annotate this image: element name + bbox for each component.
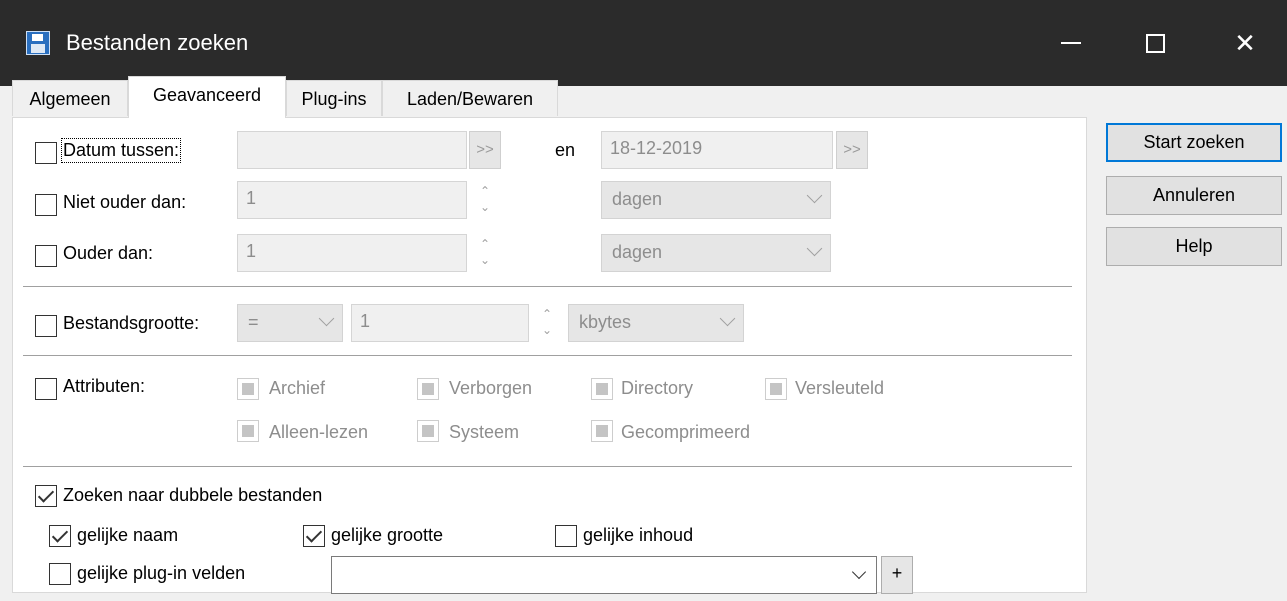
title-bar: Bestanden zoeken ✕ xyxy=(0,0,1287,86)
date-between-checkbox[interactable] xyxy=(35,142,57,164)
file-size-value[interactable]: 1 xyxy=(351,304,529,342)
window-title: Bestanden zoeken xyxy=(66,30,249,55)
encrypted-checkbox[interactable] xyxy=(765,378,787,400)
same-name-label: gelijke naam xyxy=(77,525,179,545)
close-icon: ✕ xyxy=(1234,27,1256,58)
chevron-down-icon xyxy=(719,310,736,327)
compressed-checkbox[interactable] xyxy=(591,420,613,442)
older-than-value[interactable]: 1 xyxy=(237,234,467,272)
advanced-panel: Datum tussen: >> en 18-12-2019 >> Niet o… xyxy=(12,117,1087,594)
minimize-icon xyxy=(1061,42,1081,44)
encrypted-label: Versleuteld xyxy=(795,378,885,398)
same-plugin-fields-checkbox[interactable] xyxy=(49,563,71,585)
not-older-than-unit-value: dagen xyxy=(612,189,663,209)
find-duplicates-checkbox[interactable] xyxy=(35,485,57,507)
older-than-unit-select[interactable]: dagen xyxy=(601,234,831,272)
date-to-field[interactable]: 18-12-2019 xyxy=(601,131,833,169)
close-button[interactable]: ✕ xyxy=(1203,0,1287,86)
not-older-than-label: Niet ouder dan: xyxy=(63,192,187,212)
same-plugin-fields-label: gelijke plug-in velden xyxy=(77,563,246,583)
same-content-checkbox[interactable] xyxy=(555,525,577,547)
not-older-than-value[interactable]: 1 xyxy=(237,181,467,219)
help-button[interactable]: Help xyxy=(1106,227,1282,266)
tab-algemeen[interactable]: Algemeen xyxy=(12,80,128,116)
archive-checkbox[interactable] xyxy=(237,378,259,400)
chevron-down-icon xyxy=(806,187,823,204)
file-size-label: Bestandsgrootte: xyxy=(63,313,200,333)
date-from-field[interactable] xyxy=(237,131,467,169)
chevron-down-icon xyxy=(806,240,823,257)
hidden-label: Verborgen xyxy=(449,378,533,398)
file-size-operator-select[interactable]: = xyxy=(237,304,343,342)
separator xyxy=(23,466,1072,467)
tab-laden-bewaren[interactable]: Laden/Bewaren xyxy=(382,80,558,116)
same-size-label: gelijke grootte xyxy=(331,525,444,545)
directory-checkbox[interactable] xyxy=(591,378,613,400)
older-than-spinner[interactable]: ⌃ ⌄ xyxy=(471,234,499,272)
same-content-label: gelijke inhoud xyxy=(583,525,694,545)
maximize-button[interactable] xyxy=(1113,0,1197,86)
attributes-checkbox[interactable] xyxy=(35,378,57,400)
same-size-checkbox[interactable] xyxy=(303,525,325,547)
older-than-unit-value: dagen xyxy=(612,242,663,262)
file-size-unit-select[interactable]: kbytes xyxy=(568,304,744,342)
add-plugin-field-button[interactable]: + xyxy=(881,556,913,594)
read-only-label: Alleen-lezen xyxy=(269,422,369,442)
date-to-picker-button[interactable]: >> xyxy=(836,131,868,169)
file-size-checkbox[interactable] xyxy=(35,315,57,337)
attributes-label: Attributen: xyxy=(63,376,146,396)
file-size-unit-value: kbytes xyxy=(579,312,632,332)
maximize-icon xyxy=(1145,33,1165,53)
chevron-down-icon xyxy=(851,564,867,580)
minimize-button[interactable] xyxy=(1029,0,1113,86)
floppy-disk-icon xyxy=(26,31,50,55)
system-label: Systeem xyxy=(449,422,520,442)
start-search-button[interactable]: Start zoeken xyxy=(1106,123,1282,162)
not-older-than-unit-select[interactable]: dagen xyxy=(601,181,831,219)
not-older-than-checkbox[interactable] xyxy=(35,194,57,216)
separator xyxy=(23,286,1072,287)
directory-label: Directory xyxy=(621,378,694,398)
not-older-than-spinner[interactable]: ⌃ ⌄ xyxy=(471,181,499,219)
read-only-checkbox[interactable] xyxy=(237,420,259,442)
file-size-operator-value: = xyxy=(248,312,259,332)
plugin-fields-select[interactable] xyxy=(331,556,877,594)
hidden-checkbox[interactable] xyxy=(417,378,439,400)
and-label: en xyxy=(555,140,576,160)
chevron-down-icon xyxy=(318,310,335,327)
tab-plug-ins[interactable]: Plug-ins xyxy=(286,80,382,116)
separator xyxy=(23,355,1072,356)
date-from-picker-button[interactable]: >> xyxy=(469,131,501,169)
cancel-button[interactable]: Annuleren xyxy=(1106,176,1282,215)
older-than-label: Ouder dan: xyxy=(63,243,154,263)
find-duplicates-label: Zoeken naar dubbele bestanden xyxy=(63,485,323,505)
tab-geavanceerd[interactable]: Geavanceerd xyxy=(128,76,286,118)
archive-label: Archief xyxy=(269,378,326,398)
date-between-label: Datum tussen: xyxy=(60,138,182,163)
file-size-spinner[interactable]: ⌃ ⌄ xyxy=(533,304,561,342)
system-checkbox[interactable] xyxy=(417,420,439,442)
same-name-checkbox[interactable] xyxy=(49,525,71,547)
older-than-checkbox[interactable] xyxy=(35,245,57,267)
compressed-label: Gecomprimeerd xyxy=(621,422,751,442)
